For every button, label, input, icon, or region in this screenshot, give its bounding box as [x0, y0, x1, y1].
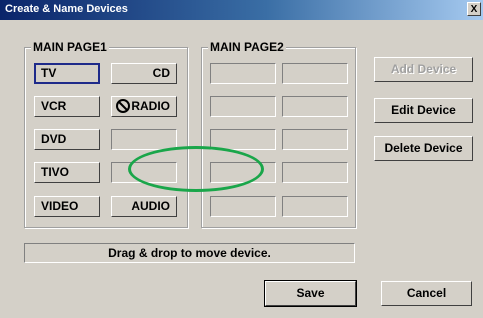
- no-drop-icon: [116, 99, 131, 113]
- window-title: Create & Name Devices: [5, 3, 128, 15]
- main-page2-label: MAIN PAGE2: [208, 40, 286, 54]
- cancel-button[interactable]: Cancel: [381, 281, 472, 306]
- empty-slot[interactable]: [210, 196, 276, 217]
- empty-slot[interactable]: [111, 129, 177, 150]
- add-device-button[interactable]: Add Device: [374, 57, 473, 82]
- empty-slot[interactable]: [282, 162, 348, 183]
- delete-device-button[interactable]: Delete Device: [374, 136, 473, 161]
- empty-slot[interactable]: [210, 63, 276, 84]
- device-radio-label: RADIO: [131, 99, 170, 113]
- empty-slot[interactable]: [210, 162, 276, 183]
- empty-slot[interactable]: [282, 196, 348, 217]
- device-video[interactable]: VIDEO: [34, 196, 100, 217]
- title-bar[interactable]: Create & Name Devices X: [0, 0, 483, 20]
- device-vcr[interactable]: VCR: [34, 96, 100, 117]
- device-tv[interactable]: TV: [34, 63, 100, 84]
- device-tivo[interactable]: TIVO: [34, 162, 100, 183]
- device-dvd[interactable]: DVD: [34, 129, 100, 150]
- empty-slot[interactable]: [210, 96, 276, 117]
- empty-slot[interactable]: [282, 63, 348, 84]
- empty-slot[interactable]: [210, 129, 276, 150]
- device-cd[interactable]: CD: [111, 63, 177, 84]
- device-audio[interactable]: AUDIO: [111, 196, 177, 217]
- empty-slot[interactable]: [282, 129, 348, 150]
- save-button[interactable]: Save: [264, 280, 357, 307]
- status-message: Drag & drop to move device.: [24, 243, 355, 263]
- device-radio[interactable]: RADIO: [111, 96, 177, 117]
- main-page1-label: MAIN PAGE1: [31, 40, 109, 54]
- empty-slot[interactable]: [282, 96, 348, 117]
- close-button[interactable]: X: [467, 2, 481, 16]
- empty-slot[interactable]: [111, 162, 177, 183]
- edit-device-button[interactable]: Edit Device: [374, 98, 473, 123]
